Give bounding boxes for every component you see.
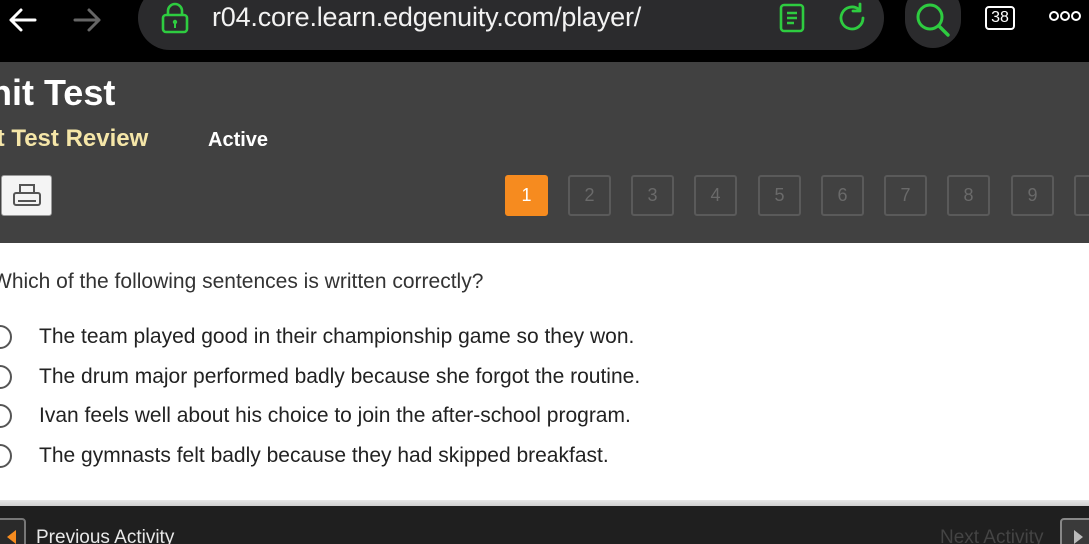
answer-option[interactable]: The team played good in their championsh… xyxy=(0,322,634,352)
printer-icon xyxy=(12,183,41,206)
question-nav-8[interactable]: 8 xyxy=(947,175,990,216)
radio-button[interactable] xyxy=(0,404,12,428)
reader-mode-icon[interactable] xyxy=(778,3,806,33)
previous-activity-link[interactable]: Previous Activity xyxy=(36,527,174,544)
activity-title: it Test Review xyxy=(0,125,149,152)
question-nav-3[interactable]: 3 xyxy=(631,175,674,216)
print-button[interactable] xyxy=(1,175,52,216)
question-nav-next[interactable] xyxy=(1074,175,1089,216)
answer-option-label[interactable]: Ivan feels well about his choice to join… xyxy=(39,404,631,428)
question-nav-1[interactable]: 1 xyxy=(505,175,548,216)
question-nav-9[interactable]: 9 xyxy=(1011,175,1054,216)
activity-footer: Previous Activity Next Activity xyxy=(0,506,1089,544)
next-activity-link[interactable]: Next Activity xyxy=(940,527,1043,544)
question-nav-7[interactable]: 7 xyxy=(884,175,927,216)
question-nav-2[interactable]: 2 xyxy=(568,175,611,216)
more-icon[interactable] xyxy=(1049,9,1081,23)
answer-option-label[interactable]: The drum major performed badly because s… xyxy=(39,365,640,389)
answer-option[interactable]: The gymnasts felt badly because they had… xyxy=(0,441,609,471)
course-title: nit Test xyxy=(0,72,116,113)
previous-activity-button[interactable] xyxy=(0,518,26,544)
left-triangle-icon xyxy=(7,530,16,544)
tabs-count-button[interactable]: 38 xyxy=(985,6,1015,30)
browser-toolbar: r04.core.learn.edgenuity.com/player/ 38 xyxy=(0,0,1089,62)
lock-icon xyxy=(161,2,189,34)
answer-option-label[interactable]: The gymnasts felt badly because they had… xyxy=(39,444,609,468)
status-label: Active xyxy=(208,129,269,151)
activity-header: nit Test it Test Review Active 1 2 3 4 5… xyxy=(0,62,1089,243)
question-panel: Which of the following sentences is writ… xyxy=(0,243,1089,505)
answer-option[interactable]: Ivan feels well about his choice to join… xyxy=(0,401,631,431)
right-triangle-icon xyxy=(1074,530,1083,544)
question-nav-6[interactable]: 6 xyxy=(821,175,864,216)
next-activity-button[interactable] xyxy=(1060,518,1089,544)
reload-icon[interactable] xyxy=(836,2,870,34)
forward-arrow-icon xyxy=(73,8,101,32)
url-text[interactable]: r04.core.learn.edgenuity.com/player/ xyxy=(212,2,641,33)
back-button[interactable] xyxy=(2,4,42,36)
forward-button[interactable] xyxy=(68,4,108,36)
answer-option-label[interactable]: The team played good in their championsh… xyxy=(39,325,634,349)
search-icon xyxy=(916,3,950,37)
radio-button[interactable] xyxy=(0,325,12,349)
back-arrow-icon xyxy=(9,8,37,32)
question-nav-4[interactable]: 4 xyxy=(694,175,737,216)
answer-option[interactable]: The drum major performed badly because s… xyxy=(0,362,640,392)
radio-button[interactable] xyxy=(0,444,12,468)
question-prompt: Which of the following sentences is writ… xyxy=(0,270,484,293)
radio-button[interactable] xyxy=(0,365,12,389)
question-nav-5[interactable]: 5 xyxy=(758,175,801,216)
